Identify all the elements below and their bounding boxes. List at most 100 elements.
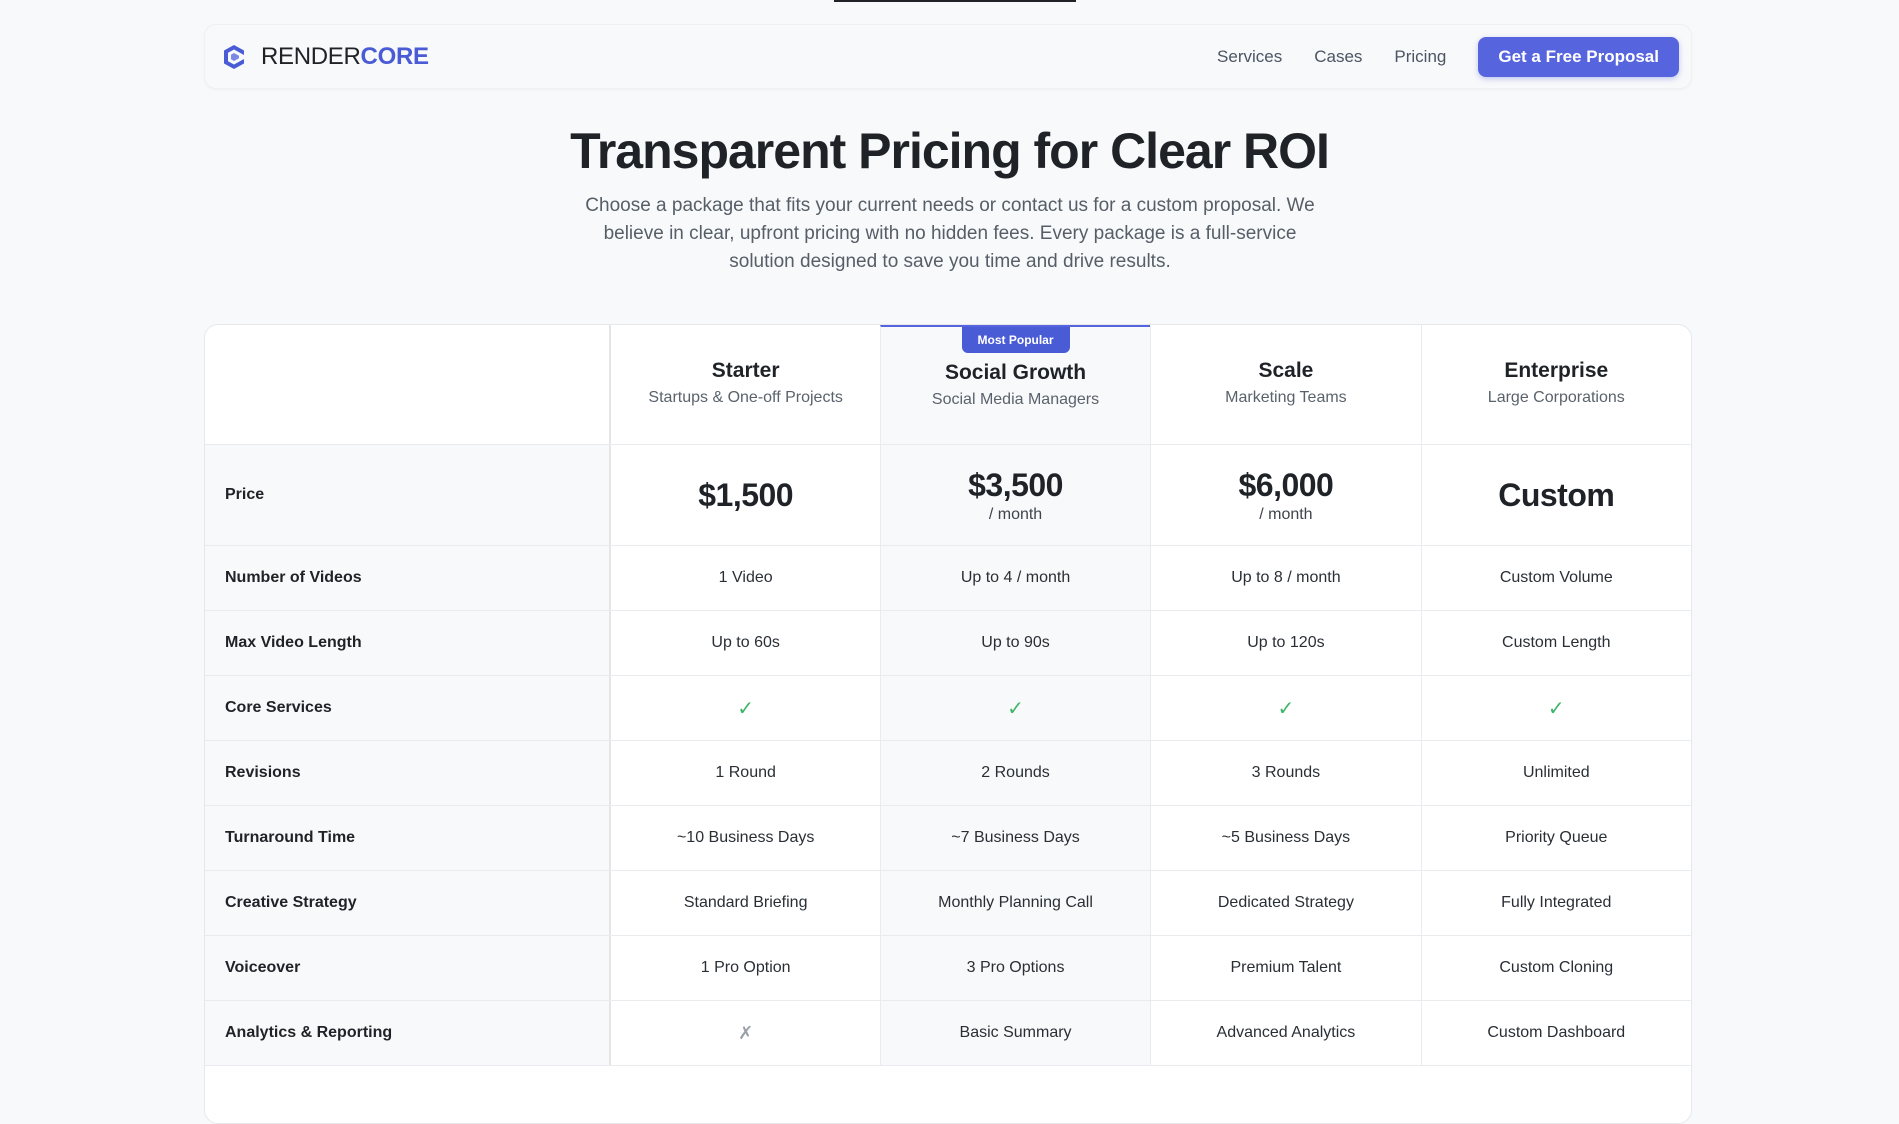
feature-value: Custom Volume [1499, 569, 1613, 586]
feature-value: 2 Rounds [981, 764, 1050, 781]
feature-row: Core Services ✓ ✓ ✓ ✓ [205, 676, 1691, 741]
plan-name: Social Growth [944, 361, 1087, 384]
row-label: Turnaround Time [205, 806, 610, 870]
plan-header-enterprise: Enterprise Large Corporations [1420, 325, 1691, 444]
feature-cell: Priority Queue [1420, 806, 1691, 870]
feature-cell: 2 Rounds [879, 741, 1151, 805]
plan-header-starter: Starter Startups & One-off Projects [609, 325, 879, 444]
feature-value: 1 Round [715, 764, 776, 781]
brand-name: RENDERCORE [261, 42, 429, 70]
plan-name: Enterprise [1504, 359, 1609, 382]
row-label: Core Services [205, 676, 610, 740]
scroll-indicator [834, 0, 1076, 2]
plan-header-social-growth: Most Popular Social Growth Social Media … [879, 325, 1151, 444]
feature-value: Up to 4 / month [960, 569, 1071, 586]
feature-cell: 3 Pro Options [879, 936, 1151, 1000]
check-icon: ✓ [737, 697, 755, 720]
header-empty-cell [205, 325, 610, 444]
feature-value: Premium Talent [1230, 959, 1342, 976]
brand-logo[interactable]: RENDERCORE [219, 42, 429, 72]
feature-cell: 1 Pro Option [609, 936, 879, 1000]
price-value: Custom [1498, 476, 1615, 513]
feature-value: 1 Pro Option [700, 959, 791, 976]
site-header: RENDERCORE Services Cases Pricing Get a … [204, 24, 1692, 89]
row-label: Voiceover [205, 936, 610, 1000]
feature-row: Voiceover 1 Pro Option 3 Pro Options Premiu… [205, 936, 1691, 1001]
feature-cell: Monthly Planning Call [879, 871, 1151, 935]
plan-audience: Startups & One-off Projects [648, 389, 843, 406]
feature-cell: Up to 120s [1150, 611, 1420, 675]
feature-row: Revisions 1 Round 2 Rounds 3 Rounds Unlimite… [205, 741, 1691, 806]
price-value: $1,500 [698, 476, 794, 513]
feature-cell: Up to 60s [609, 611, 879, 675]
feature-cell: Fully Integrated [1420, 871, 1691, 935]
check-icon: ✓ [1007, 697, 1024, 720]
row-label: Number of Videos [205, 546, 610, 610]
logo-cube-icon [224, 44, 244, 69]
price-unit: / month [988, 505, 1043, 523]
feature-cell: Custom Cloning [1420, 936, 1691, 1000]
nav-pricing[interactable]: Pricing [1394, 47, 1446, 67]
pricing-table: Starter Startups & One-off Projects Most… [204, 324, 1692, 1124]
plan-name: Starter [711, 359, 780, 382]
feature-cell: Standard Briefing [609, 871, 879, 935]
feature-cell: Up to 8 / month [1150, 546, 1420, 610]
feature-cell: Up to 90s [879, 611, 1151, 675]
feature-cell: 1 Round [609, 741, 879, 805]
feature-row: Analytics & Reporting ✗ Basic Summary Advan… [205, 1001, 1691, 1066]
price-row: Price $1,500 $3,500 / month $6,000 / mon… [205, 445, 1691, 546]
feature-value: ~10 Business Days [676, 829, 815, 846]
feature-value: 3 Rounds [1251, 764, 1321, 781]
nav-cases[interactable]: Cases [1314, 47, 1362, 67]
price-value: $6,000 [1238, 466, 1334, 503]
feature-value: Custom Cloning [1499, 959, 1614, 976]
feature-cell: Basic Summary [879, 1001, 1151, 1065]
feature-value: Unlimited [1522, 764, 1590, 781]
plan-name: Scale [1258, 359, 1314, 382]
plan-audience: Social Media Managers [931, 391, 1100, 408]
feature-cell: Premium Talent [1150, 936, 1420, 1000]
main-nav: Services Cases Pricing Get a Free Propos… [1217, 36, 1679, 77]
row-label: Price [205, 445, 610, 545]
page-title: Transparent Pricing for Clear ROI [570, 123, 1330, 179]
get-proposal-button[interactable]: Get a Free Proposal [1478, 36, 1679, 77]
row-label: Analytics & Reporting [205, 1001, 610, 1065]
feature-value: Standard Briefing [683, 894, 808, 911]
feature-cell: ✗ [609, 1001, 879, 1065]
feature-cell: 3 Rounds [1150, 741, 1420, 805]
nav-services[interactable]: Services [1217, 47, 1282, 67]
feature-value: ~7 Business Days [951, 829, 1080, 846]
row-label: Creative Strategy [205, 871, 610, 935]
feature-cell: Custom Length [1420, 611, 1691, 675]
row-label: Revisions [205, 741, 610, 805]
feature-cell: ~10 Business Days [609, 806, 879, 870]
feature-value: Basic Summary [959, 1024, 1072, 1041]
feature-cell: ~5 Business Days [1150, 806, 1420, 870]
feature-cell: ~7 Business Days [879, 806, 1151, 870]
feature-value: Fully Integrated [1501, 894, 1612, 911]
feature-value: Up to 90s [981, 634, 1050, 651]
feature-row: Creative Strategy Standard Briefing Monthl… [205, 871, 1691, 936]
feature-cell: ✓ [609, 676, 879, 740]
plan-header-row: Starter Startups & One-off Projects Most… [205, 325, 1691, 445]
cross-icon: ✗ [738, 1022, 754, 1043]
price-unit: / month [1259, 505, 1313, 523]
page-subtitle: Choose a package that fits your current … [585, 195, 1315, 272]
feature-value: 1 Video [718, 569, 773, 586]
check-icon: ✓ [1547, 697, 1565, 720]
feature-value: Up to 120s [1247, 634, 1325, 651]
feature-cell: 1 Video [609, 546, 879, 610]
check-icon: ✓ [1277, 697, 1295, 720]
feature-value: ~5 Business Days [1221, 829, 1351, 846]
feature-value: Up to 60s [711, 634, 780, 651]
feature-value: Priority Queue [1505, 829, 1608, 846]
feature-cell: Custom Dashboard [1420, 1001, 1691, 1065]
price-cell-scale: $6,000 / month [1150, 445, 1420, 545]
feature-value: Dedicated Strategy [1217, 894, 1354, 911]
feature-row: Number of Videos 1 Video Up to 4 / month Up… [205, 546, 1691, 611]
feature-value: Monthly Planning Call [938, 894, 1093, 911]
plan-audience: Large Corporations [1487, 389, 1625, 406]
feature-cell: ✓ [879, 676, 1151, 740]
price-cell-social-growth: $3,500 / month [879, 445, 1151, 545]
feature-cell: Unlimited [1420, 741, 1691, 805]
